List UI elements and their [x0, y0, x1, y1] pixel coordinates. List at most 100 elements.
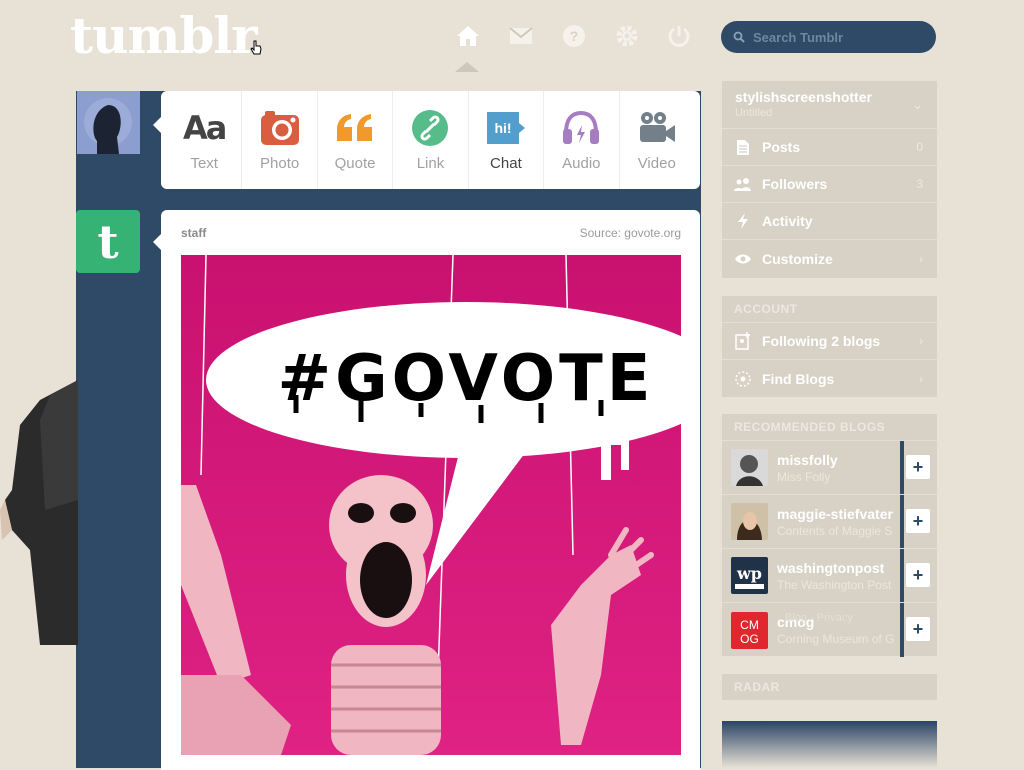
blog-panel: stylishscreenshotter Untitled ⌄ Posts 0 …: [722, 81, 937, 278]
svg-text:hi!: hi!: [494, 120, 511, 136]
recommended-blog[interactable]: maggie-stiefvater Contents of Maggie S +: [722, 495, 937, 549]
sidebar-item-label: Posts: [762, 139, 801, 155]
blog-avatar: [731, 503, 768, 540]
follow-button[interactable]: +: [906, 455, 930, 479]
hand-cursor-icon: [250, 40, 262, 55]
blog-name: washingtonpost: [777, 559, 885, 576]
blog-name: missfolly: [777, 451, 838, 468]
home-icon[interactable]: [454, 22, 482, 50]
sidebar-item-posts[interactable]: Posts 0: [722, 129, 937, 166]
sidebar-item-customize[interactable]: Customize ›: [722, 240, 937, 277]
blog-header[interactable]: stylishscreenshotter Untitled ⌄: [722, 81, 937, 129]
search-icon: [733, 31, 745, 43]
post-type-photo[interactable]: Photo: [242, 91, 318, 189]
post-type-label: Audio: [562, 155, 601, 172]
divider: [900, 495, 904, 548]
search-bar[interactable]: [721, 21, 936, 53]
follow-button[interactable]: +: [906, 509, 930, 533]
tumblr-logo[interactable]: tumblr: [70, 6, 258, 65]
account-panel: ACCOUNT Following 2 blogs › Find Blogs ›: [722, 296, 937, 397]
svg-text:OG: OG: [740, 632, 759, 646]
chevron-right-icon: ›: [919, 251, 923, 266]
blog-avatar: [731, 449, 768, 486]
sidebar-item-following[interactable]: Following 2 blogs ›: [722, 323, 937, 360]
post-type-label: Chat: [490, 155, 522, 172]
envelope-icon[interactable]: [507, 22, 535, 50]
radar-panel: RADAR: [722, 674, 937, 700]
followers-count: 3: [916, 177, 923, 191]
people-icon: [734, 175, 752, 193]
recommended-blog[interactable]: wp washingtonpost The Washington Post +: [722, 549, 937, 603]
lightning-icon: [734, 212, 752, 230]
blog-avatar: wp: [731, 557, 768, 594]
background-person-image: [0, 380, 78, 645]
footer-links[interactable]: Blog · Privacy: [785, 612, 853, 624]
blog-title: Corning Museum of G: [777, 632, 895, 646]
sidebar-item-followers[interactable]: Followers 3: [722, 166, 937, 203]
post-type-label: Photo: [260, 155, 300, 172]
post-card: staff Source: govote.org #GOVOTE: [153, 210, 700, 770]
nav-indicator: [455, 62, 479, 72]
sidebar-item-label: Activity: [762, 213, 813, 229]
quote-icon: [335, 109, 375, 147]
recommended-section-title: RECOMMENDED BLOGS: [722, 414, 937, 441]
post-type-bar: Aa Text Photo Quote Link hi! Chat Audio: [153, 91, 700, 189]
gear-icon[interactable]: [613, 22, 641, 50]
video-camera-icon: [637, 109, 677, 147]
chevron-down-icon[interactable]: ⌄: [912, 97, 923, 113]
power-icon[interactable]: [665, 22, 693, 50]
radar-section-title: RADAR: [734, 680, 780, 694]
following-icon: [734, 332, 752, 350]
eye-icon: [734, 250, 752, 268]
recommended-blog[interactable]: missfolly Miss Folly +: [722, 441, 937, 495]
link-icon: [410, 109, 450, 147]
sidebar-item-label: Followers: [762, 176, 828, 192]
user-avatar[interactable]: [77, 91, 140, 154]
post-image[interactable]: #GOVOTE: [181, 255, 681, 755]
account-section-title: ACCOUNT: [722, 296, 937, 323]
radar-image[interactable]: [722, 721, 937, 768]
blog-title: Untitled: [735, 107, 773, 119]
govote-text: #GOVOTE: [277, 342, 654, 416]
blog-title: The Washington Post: [777, 577, 892, 592]
post-type-video[interactable]: Video: [620, 91, 694, 189]
svg-text:?: ?: [570, 28, 579, 44]
blog-name: stylishscreenshotter: [735, 89, 872, 105]
staff-avatar[interactable]: t: [76, 210, 140, 273]
find-icon: [734, 370, 752, 388]
post-type-quote[interactable]: Quote: [318, 91, 394, 189]
document-icon: [734, 138, 752, 156]
follow-button[interactable]: +: [906, 617, 930, 641]
blog-name: maggie-stiefvater: [777, 505, 893, 522]
search-input[interactable]: [751, 28, 925, 46]
sidebar-item-label: Find Blogs: [762, 370, 835, 387]
post-type-label: Video: [637, 155, 676, 172]
svg-text:wp: wp: [736, 564, 762, 583]
posts-count: 0: [916, 140, 923, 154]
post-source[interactable]: Source: govote.org: [580, 226, 681, 240]
sidebar-item-label: Customize: [762, 250, 833, 267]
chevron-right-icon: ›: [919, 334, 923, 348]
blog-avatar: CMOG: [731, 611, 768, 649]
divider: [900, 441, 904, 494]
post-type-chat[interactable]: hi! Chat: [469, 91, 545, 189]
chevron-right-icon: ›: [919, 371, 923, 386]
sidebar-item-find-blogs[interactable]: Find Blogs ›: [722, 360, 937, 397]
help-icon[interactable]: ?: [560, 22, 588, 50]
camera-icon: [260, 109, 300, 147]
text-icon: Aa: [183, 109, 227, 147]
sidebar-item-activity[interactable]: Activity: [722, 203, 937, 240]
divider: [900, 603, 904, 657]
divider: [900, 549, 904, 602]
svg-text:CM: CM: [740, 618, 759, 632]
post-type-label: Text: [190, 155, 218, 172]
post-author[interactable]: staff: [181, 226, 206, 240]
post-type-link[interactable]: Link: [393, 91, 469, 189]
post-type-text[interactable]: Aa Text: [167, 91, 243, 189]
headphones-icon: [561, 109, 601, 147]
post-type-label: Quote: [334, 155, 376, 172]
follow-button[interactable]: +: [906, 563, 930, 587]
blog-title: Miss Folly: [777, 469, 831, 484]
sidebar-item-label: Following 2 blogs: [762, 333, 881, 349]
post-type-audio[interactable]: Audio: [544, 91, 620, 189]
